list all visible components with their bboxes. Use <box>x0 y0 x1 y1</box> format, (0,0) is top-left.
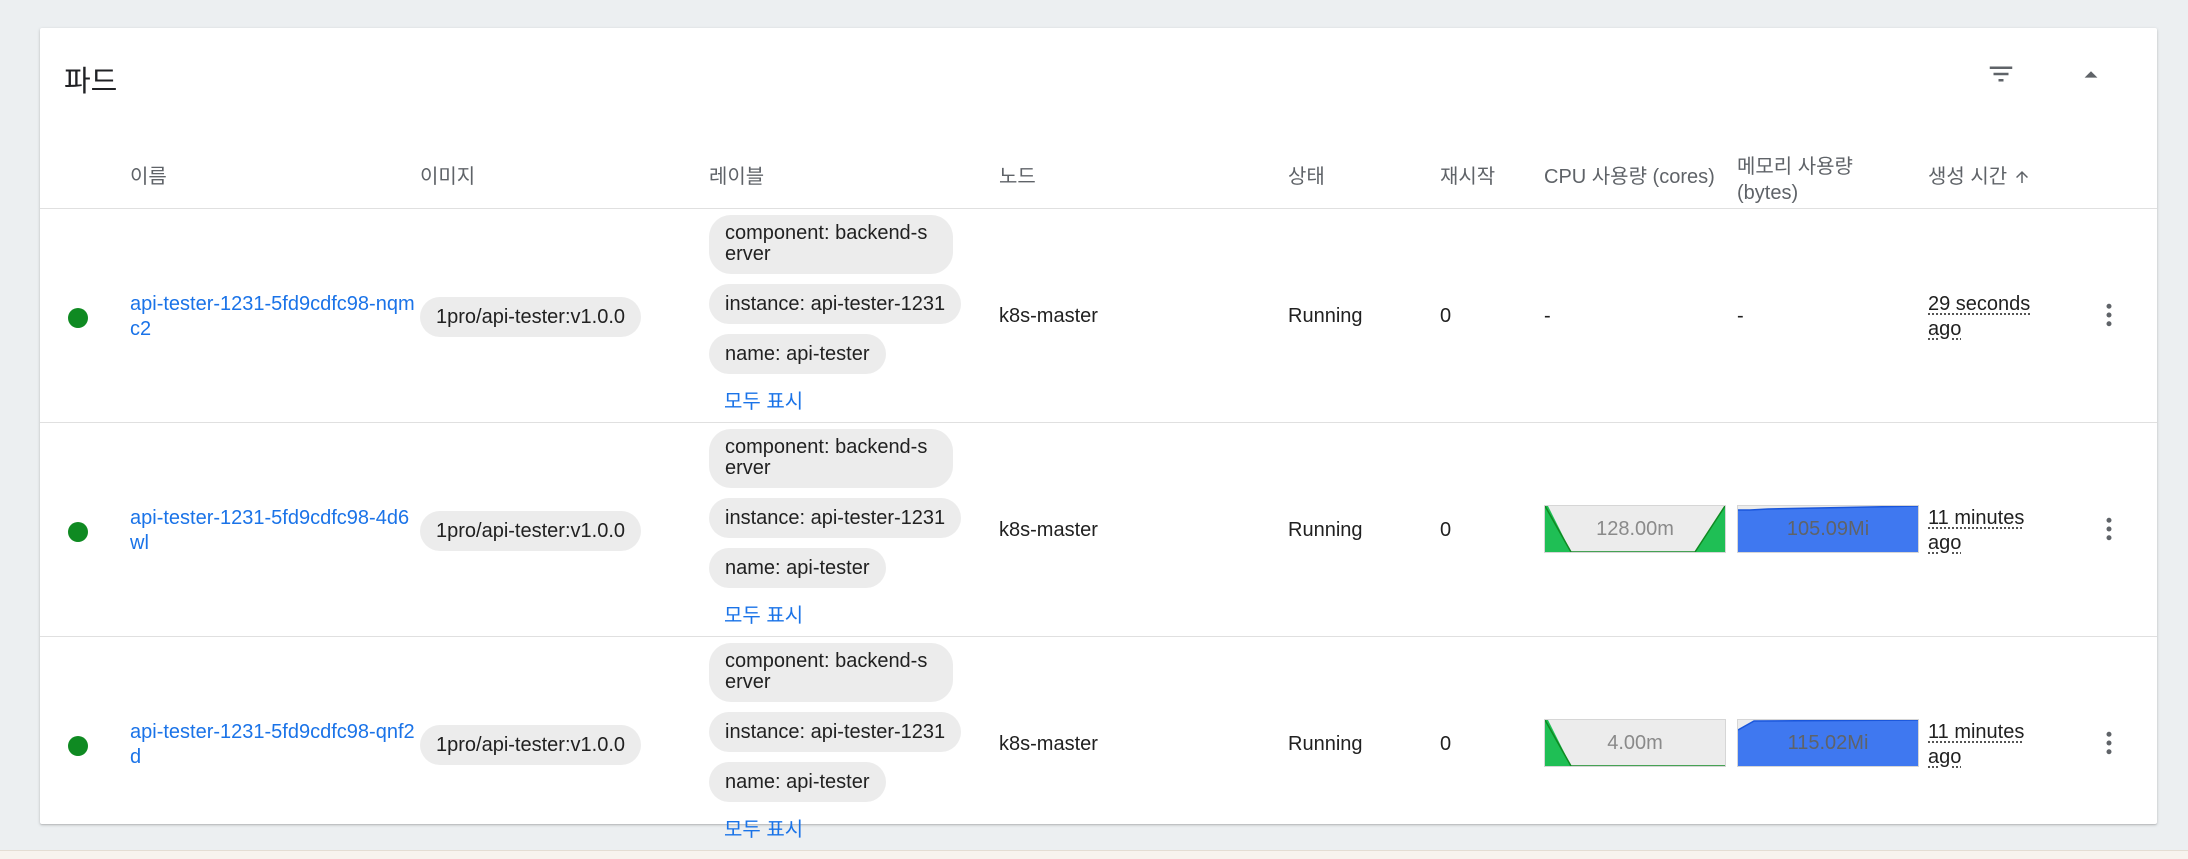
status-text: Running <box>1288 305 1363 327</box>
col-header-restarts: 재시작 <box>1440 166 1496 188</box>
pod-name-link[interactable]: api-tester-1231-5fd9cdfc98-4d6wl <box>130 506 420 556</box>
arrow-upward-icon <box>2013 167 2031 193</box>
table-row[interactable]: api-tester-1231-5fd9cdfc98-4d6wl 1pro/ap… <box>40 423 2157 637</box>
node-link[interactable]: k8s-master <box>999 733 1098 756</box>
row-actions-button[interactable] <box>2085 291 2133 339</box>
card-title: 파드 <box>64 66 118 98</box>
pod-name-link[interactable]: api-tester-1231-5fd9cdfc98-nqmc2 <box>130 292 420 342</box>
col-header-labels: 레이블 <box>709 166 765 188</box>
memory-sparkline: 105.09Mi <box>1737 505 1919 553</box>
label-chip: instance: api-tester-1231 <box>709 712 962 752</box>
status-running-icon <box>68 308 88 328</box>
col-header-image: 이미지 <box>420 166 476 188</box>
show-all-labels-link[interactable]: 모두 표시 <box>724 385 803 414</box>
row-actions-button[interactable] <box>2085 719 2133 767</box>
cpu-sparkline: 128.00m <box>1544 505 1726 553</box>
memory-sparkline: 115.02Mi <box>1737 719 1919 767</box>
table-header: 이름 이미지 레이블 노드 상태 재시작 CPU 사용량 (cores) 메모리… <box>40 146 2157 209</box>
more-vert-icon <box>2106 517 2112 541</box>
node-link[interactable]: k8s-master <box>999 305 1098 328</box>
col-header-created[interactable]: 생성 시간 <box>1928 164 2031 193</box>
show-all-labels-link[interactable]: 모두 표시 <box>724 599 803 628</box>
pod-name-link[interactable]: api-tester-1231-5fd9cdfc98-qnf2d <box>130 720 420 770</box>
expand-less-icon <box>2084 71 2098 78</box>
node-link[interactable]: k8s-master <box>999 519 1098 542</box>
col-header-name[interactable]: 이름 <box>130 164 167 190</box>
memory-usage: - <box>1737 305 1744 327</box>
label-chip: component: backend-server <box>709 643 953 702</box>
memory-usage: 115.02Mi <box>1787 732 1869 754</box>
status-text: Running <box>1288 519 1363 541</box>
cpu-usage: - <box>1544 305 1551 327</box>
created-time: 11 minutes ago <box>1928 507 2025 554</box>
row-actions-button[interactable] <box>2085 505 2133 553</box>
table-row[interactable]: api-tester-1231-5fd9cdfc98-nqmc2 1pro/ap… <box>40 209 2157 423</box>
pods-card: 파드 이름 이미지 레이블 노드 상태 재시작 CPU 사용량 (cores) … <box>40 28 2157 841</box>
col-header-memory-line1: 메모리 사용량 <box>1737 156 1853 178</box>
col-header-cpu: CPU 사용량 (cores) <box>1544 166 1715 188</box>
label-chip: instance: api-tester-1231 <box>709 284 962 324</box>
label-chip: name: api-tester <box>709 334 886 374</box>
collapse-button[interactable] <box>2067 50 2115 98</box>
status-running-icon <box>68 736 88 756</box>
table-row[interactable]: api-tester-1231-5fd9cdfc98-qnf2d 1pro/ap… <box>40 637 2157 850</box>
restarts-count: 0 <box>1440 519 1452 541</box>
created-time: 29 seconds ago <box>1928 293 2031 340</box>
col-header-status[interactable]: 상태 <box>1288 164 1325 190</box>
filter-list-icon <box>1989 66 2013 82</box>
label-chip: instance: api-tester-1231 <box>709 498 962 538</box>
restarts-count: 0 <box>1440 305 1452 327</box>
memory-usage: 105.09Mi <box>1786 518 1870 540</box>
filter-button[interactable] <box>1977 50 2025 98</box>
status-running-icon <box>68 522 88 542</box>
cpu-sparkline: 4.00m <box>1544 719 1726 767</box>
col-header-memory-line2: (bytes) <box>1737 182 1799 204</box>
restarts-count: 0 <box>1440 733 1452 755</box>
image-chip: 1pro/api-tester:v1.0.0 <box>420 297 641 337</box>
col-header-node[interactable]: 노드 <box>999 164 1036 190</box>
image-chip: 1pro/api-tester:v1.0.0 <box>420 511 641 551</box>
col-header-created-label: 생성 시간 <box>1928 166 2008 188</box>
col-header-memory: 메모리 사용량 (bytes) <box>1737 154 1853 206</box>
image-chip: 1pro/api-tester:v1.0.0 <box>420 725 641 765</box>
cpu-usage: 128.00m <box>1596 518 1674 540</box>
show-all-labels-link[interactable]: 모두 표시 <box>724 813 803 842</box>
label-chip: name: api-tester <box>709 548 886 588</box>
more-vert-icon <box>2106 303 2112 327</box>
more-vert-icon <box>2106 731 2112 755</box>
created-time: 11 minutes ago <box>1928 721 2025 768</box>
cpu-usage: 4.00m <box>1607 732 1663 754</box>
label-chip: component: backend-server <box>709 215 953 274</box>
label-chip: name: api-tester <box>709 762 886 802</box>
status-text: Running <box>1288 733 1363 755</box>
label-chip: component: backend-server <box>709 429 953 488</box>
